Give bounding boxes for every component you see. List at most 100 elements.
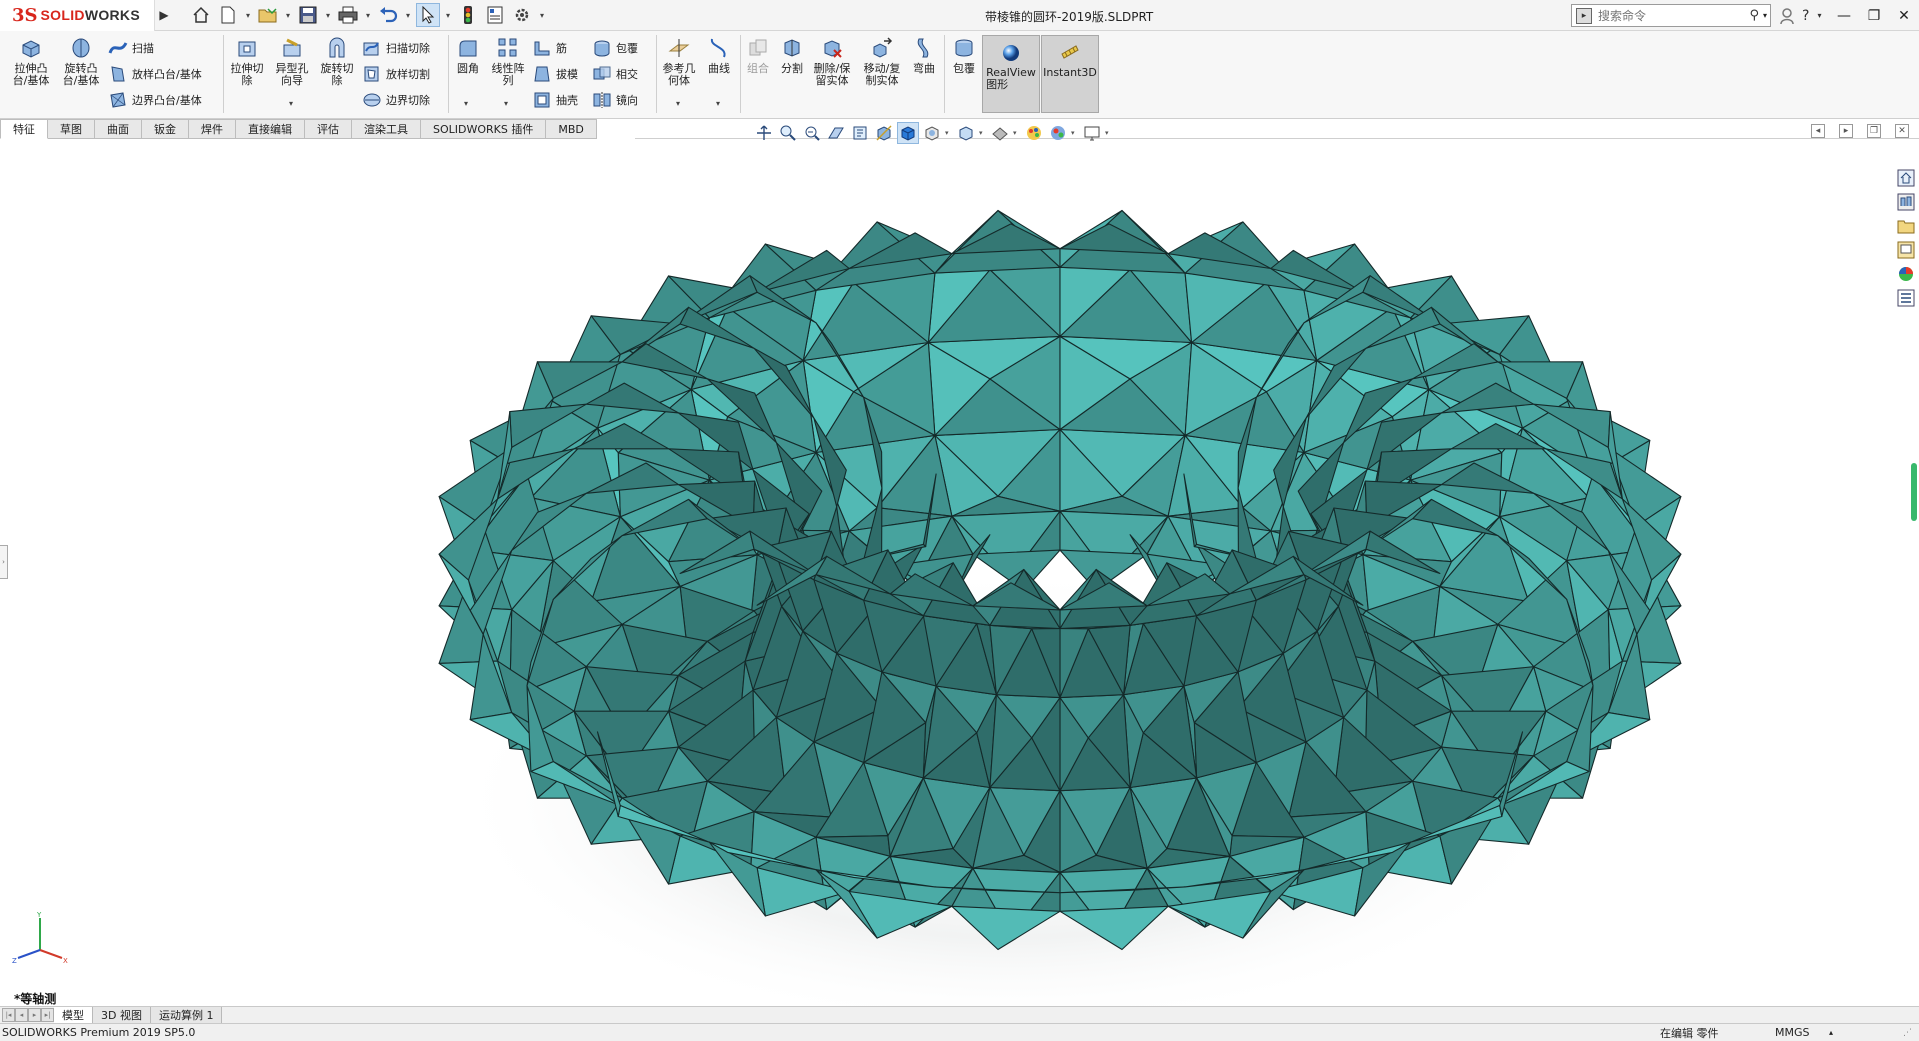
tab-evaluate[interactable]: 评估 bbox=[305, 119, 352, 139]
loft-button[interactable]: 放样凸台/基体 bbox=[108, 63, 202, 85]
sweep-cut-button[interactable]: 扫描切除 bbox=[362, 37, 430, 59]
window-controls: — ❐ ✕ bbox=[1829, 0, 1919, 31]
select-cursor-icon[interactable] bbox=[416, 3, 440, 27]
tab-weldments[interactable]: 焊件 bbox=[189, 119, 236, 139]
pattern-dropdown-icon[interactable]: ▾ bbox=[504, 99, 508, 108]
delete-keep-body-button[interactable]: 删除/保 留实体 bbox=[810, 37, 854, 87]
new-document-icon[interactable] bbox=[216, 3, 240, 27]
sweep-button[interactable]: 扫描 bbox=[108, 37, 154, 59]
tab-render-tools[interactable]: 渲染工具 bbox=[352, 119, 421, 139]
rebuild-traffic-light-icon[interactable] bbox=[456, 3, 480, 27]
file-properties-icon[interactable] bbox=[483, 3, 507, 27]
fillet-button[interactable]: 圆角 bbox=[452, 37, 484, 75]
fillet-dropdown-icon[interactable]: ▾ bbox=[464, 99, 468, 108]
save-icon[interactable] bbox=[296, 3, 320, 27]
mirror-button[interactable]: 镜向 bbox=[592, 89, 638, 111]
select-dropdown-icon[interactable]: ▾ bbox=[443, 3, 453, 27]
first-tab-icon[interactable]: |◂ bbox=[2, 1007, 15, 1022]
realview-sphere-icon bbox=[1003, 45, 1019, 61]
tab-direct-editing[interactable]: 直接编辑 bbox=[236, 119, 305, 139]
new-dropdown-icon[interactable]: ▾ bbox=[243, 3, 253, 27]
appearance-dropdown-icon[interactable]: ▾ bbox=[979, 129, 987, 137]
ref-geometry-dropdown-icon[interactable]: ▾ bbox=[676, 99, 680, 108]
rib-button[interactable]: 筋 bbox=[532, 37, 567, 59]
extrude-cut-button[interactable]: 拉伸切 除 bbox=[226, 37, 268, 87]
tab-3d-views[interactable]: 3D 视图 bbox=[93, 1007, 151, 1023]
last-tab-icon[interactable]: ▸| bbox=[41, 1007, 54, 1022]
boundary-cut-button[interactable]: 边界切除 bbox=[362, 89, 430, 111]
viewport-close-icon[interactable]: ✕ bbox=[1895, 124, 1909, 138]
intersect-button[interactable]: 相交 bbox=[592, 63, 638, 85]
search-input[interactable] bbox=[1598, 8, 1738, 23]
realview-graphics-toggle[interactable]: RealView 图形 bbox=[982, 35, 1040, 113]
flex-button[interactable]: 弯曲 bbox=[908, 37, 940, 75]
tab-mbd[interactable]: MBD bbox=[546, 119, 597, 139]
sweep-icon bbox=[108, 42, 128, 54]
unit-system-caret-icon[interactable]: ▴ bbox=[1829, 1028, 1833, 1037]
graphics-area[interactable] bbox=[0, 140, 1919, 1030]
draft-button[interactable]: 拔模 bbox=[532, 63, 578, 85]
monitor-dropdown-icon[interactable]: ▾ bbox=[1105, 129, 1113, 137]
close-icon[interactable]: ✕ bbox=[1889, 0, 1919, 31]
undo-dropdown-icon[interactable]: ▾ bbox=[403, 3, 413, 27]
linear-pattern-button[interactable]: 线性阵 列 bbox=[488, 37, 528, 87]
boundary-boss-button[interactable]: 边界凸台/基体 bbox=[108, 89, 202, 111]
open-folder-icon[interactable] bbox=[256, 3, 280, 27]
curves-dropdown-icon[interactable]: ▾ bbox=[716, 99, 720, 108]
sweep-cut-icon bbox=[363, 42, 379, 56]
instant3d-toggle[interactable]: Instant3D bbox=[1041, 35, 1099, 113]
tab-sketch[interactable]: 草图 bbox=[48, 119, 95, 139]
help-dropdown-icon[interactable]: ▾ bbox=[1817, 11, 1821, 20]
reference-geometry-button[interactable]: 参考几 何体 bbox=[660, 37, 698, 87]
viewport-restore-icon[interactable]: ❐ bbox=[1867, 124, 1881, 138]
wrap-body-button[interactable]: 包覆 bbox=[948, 37, 980, 75]
home-icon[interactable] bbox=[189, 3, 213, 27]
hide-show-dropdown-icon[interactable]: ▾ bbox=[945, 129, 953, 137]
shell-button[interactable]: 抽壳 bbox=[532, 89, 578, 111]
command-search-box[interactable]: ▸ ⚲ ▾ bbox=[1571, 4, 1771, 27]
open-dropdown-icon[interactable]: ▾ bbox=[283, 3, 293, 27]
hole-wizard-button[interactable]: 异型孔 向导 bbox=[270, 37, 314, 87]
options-gear-icon[interactable] bbox=[510, 3, 534, 27]
help-icon[interactable]: ? bbox=[1802, 8, 1809, 24]
unit-system[interactable]: MMGS bbox=[1775, 1026, 1810, 1039]
prev-tab-icon[interactable]: ◂ bbox=[15, 1007, 28, 1022]
combine-button[interactable]: 组合 bbox=[742, 37, 774, 75]
split-button[interactable]: 分割 bbox=[776, 37, 808, 75]
hole-wizard-dropdown-icon[interactable]: ▾ bbox=[289, 99, 293, 108]
restore-icon[interactable]: ❐ bbox=[1859, 0, 1889, 31]
extrude-boss-button[interactable]: 拉伸凸 台/基体 bbox=[10, 37, 52, 87]
bottom-tab-bar: |◂ ◂ ▸ ▸| 模型 3D 视图 运动算例 1 bbox=[0, 1006, 1919, 1023]
next-tab-icon[interactable]: ▸ bbox=[28, 1007, 41, 1022]
tab-motion-study[interactable]: 运动算例 1 bbox=[150, 1007, 223, 1023]
user-account-icon[interactable] bbox=[1780, 7, 1794, 24]
revolve-cut-button[interactable]: 旋转切 除 bbox=[316, 37, 358, 87]
print-icon[interactable] bbox=[336, 3, 360, 27]
tab-model[interactable]: 模型 bbox=[54, 1007, 93, 1023]
minimize-icon[interactable]: — bbox=[1829, 0, 1859, 31]
scene-dropdown-icon[interactable]: ▾ bbox=[1013, 129, 1021, 137]
realview-dropdown-icon[interactable]: ▾ bbox=[1071, 129, 1079, 137]
options-dropdown-icon[interactable]: ▾ bbox=[537, 3, 547, 27]
tab-features[interactable]: 特征 bbox=[0, 119, 48, 139]
viewport-prev-icon[interactable]: ◂ bbox=[1811, 124, 1825, 138]
tab-surfaces[interactable]: 曲面 bbox=[95, 119, 142, 139]
tab-solidworks-addins[interactable]: SOLIDWORKS 插件 bbox=[421, 119, 547, 139]
wrap-button[interactable]: 包覆 bbox=[592, 37, 638, 59]
resize-grip-icon[interactable]: ⋰ bbox=[1903, 1028, 1912, 1038]
curves-button[interactable]: 曲线 bbox=[702, 37, 736, 75]
tab-sheet-metal[interactable]: 钣金 bbox=[142, 119, 189, 139]
undo-icon[interactable] bbox=[376, 3, 400, 27]
torus-with-pyramids-model[interactable] bbox=[0, 140, 1919, 1030]
save-dropdown-icon[interactable]: ▾ bbox=[323, 3, 333, 27]
viewport-next-icon[interactable]: ▸ bbox=[1839, 124, 1853, 138]
print-dropdown-icon[interactable]: ▾ bbox=[363, 3, 373, 27]
view-triad[interactable]: Y X Z bbox=[10, 910, 70, 970]
menu-expand-arrow[interactable]: ▶ bbox=[155, 0, 173, 31]
revolve-boss-button[interactable]: 旋转凸 台/基体 bbox=[60, 37, 102, 87]
loft-cut-button[interactable]: 放样切割 bbox=[362, 63, 430, 85]
move-copy-body-button[interactable]: 移动/复 制实体 bbox=[860, 37, 904, 87]
search-dropdown-icon[interactable]: ▾ bbox=[1763, 11, 1767, 20]
solidworks-logo[interactable]: 3S SOLIDWORKS bbox=[0, 0, 155, 31]
magnifier-icon[interactable]: ⚲ bbox=[1749, 8, 1759, 23]
